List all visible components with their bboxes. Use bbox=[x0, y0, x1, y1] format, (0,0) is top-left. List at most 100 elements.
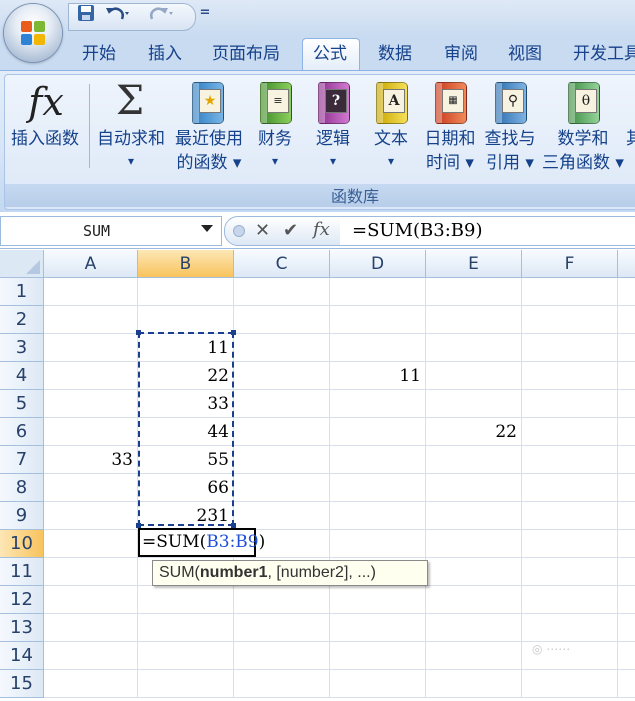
insert-function-fx-icon[interactable]: fx bbox=[313, 218, 330, 242]
row-header-2[interactable]: 2 bbox=[0, 306, 44, 334]
cell-f4[interactable] bbox=[522, 362, 618, 390]
cell-d7[interactable] bbox=[330, 446, 426, 474]
cell-d4[interactable]: 11 bbox=[330, 362, 426, 390]
row-header-10[interactable]: 10 bbox=[0, 530, 44, 558]
cell-b14[interactable] bbox=[138, 642, 234, 670]
cell-f6[interactable] bbox=[522, 418, 618, 446]
cell-c1[interactable] bbox=[234, 278, 330, 306]
row-header-3[interactable]: 3 bbox=[0, 334, 44, 362]
cell-d6[interactable] bbox=[330, 418, 426, 446]
cell-c2[interactable] bbox=[234, 306, 330, 334]
cell-partial[interactable] bbox=[618, 362, 635, 390]
office-button[interactable] bbox=[4, 4, 62, 62]
text-button[interactable]: A 文本 ▾ bbox=[366, 78, 416, 178]
cell-a15[interactable] bbox=[44, 670, 138, 698]
cell-a10[interactable] bbox=[44, 530, 138, 558]
cell-b13[interactable] bbox=[138, 614, 234, 642]
cell-partial[interactable] bbox=[618, 278, 635, 306]
row-header-4[interactable]: 4 bbox=[0, 362, 44, 390]
cell-partial[interactable] bbox=[618, 586, 635, 614]
cell-d13[interactable] bbox=[330, 614, 426, 642]
cell-d2[interactable] bbox=[330, 306, 426, 334]
name-box-dropdown-icon[interactable] bbox=[201, 225, 213, 232]
cell-c14[interactable] bbox=[234, 642, 330, 670]
redo-icon[interactable] bbox=[146, 4, 176, 22]
cell-c13[interactable] bbox=[234, 614, 330, 642]
tab-insert[interactable]: 插入 bbox=[148, 42, 182, 68]
name-box[interactable]: SUM bbox=[0, 216, 222, 246]
cell-a4[interactable] bbox=[44, 362, 138, 390]
recently-used-button[interactable]: ★ 最近使用 的函数 ▾ bbox=[170, 78, 248, 178]
insert-function-button[interactable]: fx 插入函数 bbox=[2, 78, 88, 178]
cell-d8[interactable] bbox=[330, 474, 426, 502]
cell-e2[interactable] bbox=[426, 306, 522, 334]
cell-e13[interactable] bbox=[426, 614, 522, 642]
cell-f8[interactable] bbox=[522, 474, 618, 502]
cell-d1[interactable] bbox=[330, 278, 426, 306]
cell-c4[interactable] bbox=[234, 362, 330, 390]
cell-e9[interactable] bbox=[426, 502, 522, 530]
cell-e3[interactable] bbox=[426, 334, 522, 362]
cell-b6[interactable]: 44 bbox=[138, 418, 234, 446]
cell-e15[interactable] bbox=[426, 670, 522, 698]
cell-a12[interactable] bbox=[44, 586, 138, 614]
date-time-button[interactable]: ▦ 日期和 时间 ▾ bbox=[420, 78, 480, 178]
cell-d14[interactable] bbox=[330, 642, 426, 670]
column-header-a[interactable]: A bbox=[44, 250, 138, 278]
lookup-reference-button[interactable]: ⚲ 查找与 引用 ▾ bbox=[480, 78, 540, 178]
row-header-8[interactable]: 8 bbox=[0, 474, 44, 502]
cell-b1[interactable] bbox=[138, 278, 234, 306]
cell-d9[interactable] bbox=[330, 502, 426, 530]
tab-home[interactable]: 开始 bbox=[82, 42, 116, 68]
cell-e10[interactable] bbox=[426, 530, 522, 558]
undo-icon[interactable] bbox=[104, 4, 132, 22]
cell-a9[interactable] bbox=[44, 502, 138, 530]
cell-partial[interactable] bbox=[618, 502, 635, 530]
cell-f12[interactable] bbox=[522, 586, 618, 614]
cell-d15[interactable] bbox=[330, 670, 426, 698]
save-icon[interactable] bbox=[76, 4, 96, 22]
cell-e7[interactable] bbox=[426, 446, 522, 474]
cell-b9[interactable]: 231 bbox=[138, 502, 234, 530]
cell-b7[interactable]: 55 bbox=[138, 446, 234, 474]
column-header-e[interactable]: E bbox=[426, 250, 522, 278]
cell-f10[interactable] bbox=[522, 530, 618, 558]
cell-f9[interactable] bbox=[522, 502, 618, 530]
column-header-d[interactable]: D bbox=[330, 250, 426, 278]
cell-b4[interactable]: 22 bbox=[138, 362, 234, 390]
cancel-icon[interactable]: ✕ bbox=[255, 219, 270, 243]
autosum-button[interactable]: Σ 自动求和 ▾ bbox=[92, 78, 170, 178]
cell-partial[interactable] bbox=[618, 390, 635, 418]
cell-a2[interactable] bbox=[44, 306, 138, 334]
cell-partial[interactable] bbox=[618, 642, 635, 670]
cell-f2[interactable] bbox=[522, 306, 618, 334]
cell-b15[interactable] bbox=[138, 670, 234, 698]
cell-partial[interactable] bbox=[618, 530, 635, 558]
cell-f15[interactable] bbox=[522, 670, 618, 698]
cell-a13[interactable] bbox=[44, 614, 138, 642]
cell-a14[interactable] bbox=[44, 642, 138, 670]
row-header-9[interactable]: 9 bbox=[0, 502, 44, 530]
tooltip-current-arg[interactable]: number1 bbox=[200, 564, 268, 581]
cell-c6[interactable] bbox=[234, 418, 330, 446]
cell-partial[interactable] bbox=[618, 334, 635, 362]
row-header-15[interactable]: 15 bbox=[0, 670, 44, 698]
cell-f1[interactable] bbox=[522, 278, 618, 306]
worksheet-grid[interactable]: ABCDEF 1 2 3 4 5 6 7 8 9 10 11 12 13 14 15 11 22 11 33 44 2… bbox=[0, 250, 635, 701]
cell-b3[interactable]: 11 bbox=[138, 334, 234, 362]
column-header-c[interactable]: C bbox=[234, 250, 330, 278]
column-header-partial[interactable] bbox=[618, 250, 635, 278]
tab-formulas[interactable]: 公式 bbox=[313, 42, 347, 68]
cell-f13[interactable] bbox=[522, 614, 618, 642]
select-all-corner[interactable] bbox=[0, 250, 44, 278]
cell-e12[interactable] bbox=[426, 586, 522, 614]
cell-d5[interactable] bbox=[330, 390, 426, 418]
cell-partial[interactable] bbox=[618, 306, 635, 334]
row-header-6[interactable]: 6 bbox=[0, 418, 44, 446]
cell-f5[interactable] bbox=[522, 390, 618, 418]
cell-c7[interactable] bbox=[234, 446, 330, 474]
row-header-12[interactable]: 12 bbox=[0, 586, 44, 614]
row-header-1[interactable]: 1 bbox=[0, 278, 44, 306]
cell-d3[interactable] bbox=[330, 334, 426, 362]
function-argument-tooltip[interactable]: SUM(number1, [number2], ...) bbox=[152, 560, 428, 586]
